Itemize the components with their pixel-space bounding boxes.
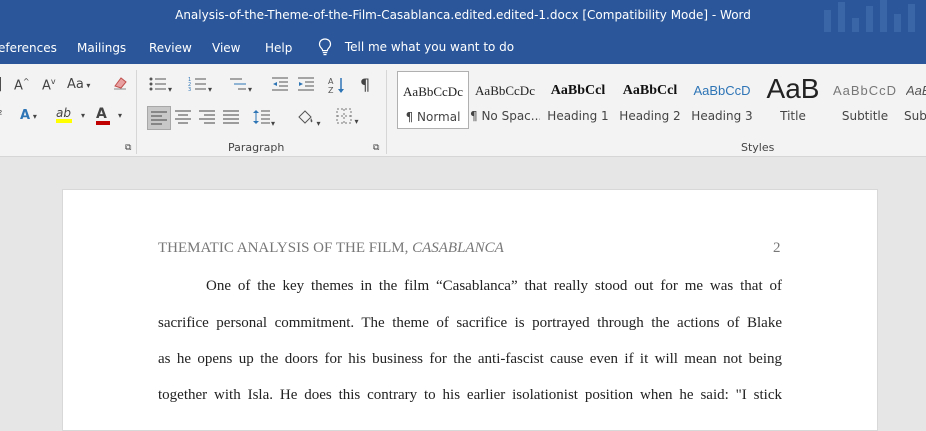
shrink-font-button[interactable]: Av [42, 77, 56, 93]
tab-references[interactable]: eferences [0, 41, 57, 55]
style-sample: AaBbCcl [622, 83, 678, 98]
align-right-icon [199, 110, 215, 124]
paragraph-group-label: Paragraph [228, 141, 285, 154]
sort-icon: AZ [328, 77, 344, 95]
style-name: ¶ No Spac... [470, 109, 540, 123]
running-head-text: THEMATIC ANALYSIS OF THE FILM, [158, 240, 413, 256]
style-normal[interactable]: AaBbCcDc ¶ Normal [397, 71, 469, 129]
paragraph-dialog-launcher[interactable]: ⧉ [373, 143, 379, 153]
paint-bucket-icon [298, 110, 313, 124]
window-title: Analysis-of-the-Theme-of-the-Film-Casabl… [175, 8, 751, 22]
style-title[interactable]: AaB Title [758, 71, 828, 127]
align-center-button[interactable] [175, 110, 191, 128]
page-number: 2 [773, 240, 781, 256]
align-left-icon [151, 111, 167, 125]
font-color-icon: A [96, 106, 107, 122]
style-name: ¶ Normal [405, 110, 461, 124]
style-name: Heading 1 [547, 109, 609, 123]
styles-group-label: Styles [741, 141, 775, 154]
style-name: Subtitle [841, 109, 889, 123]
multilevel-list-button[interactable]: ▾ [228, 76, 252, 96]
align-center-icon [175, 110, 191, 124]
numbering-icon: 123 [188, 77, 206, 93]
title-bar-pattern [816, 0, 926, 32]
font-color-dropdown[interactable]: ▾ [118, 111, 122, 120]
tab-help[interactable]: Help [265, 41, 292, 55]
multilevel-list-icon [230, 78, 246, 90]
clear-formatting-icon[interactable] [112, 75, 128, 95]
title-bar: Analysis-of-the-Theme-of-the-Film-Casabl… [0, 0, 926, 32]
tell-me-button[interactable]: Tell me what you want to do [318, 38, 514, 56]
ribbon-tab-bar: eferences Mailings Review View Help Tell… [0, 32, 926, 64]
justify-button[interactable] [223, 110, 239, 128]
style-name: Heading 3 [691, 109, 753, 123]
line-spacing-button[interactable]: ▾ [253, 108, 275, 130]
body-line: One of the key themes in the film “Casab… [206, 278, 782, 294]
highlight-dropdown[interactable]: ▾ [81, 111, 85, 120]
font-color-button[interactable]: A [96, 106, 110, 125]
borders-button[interactable]: ▾ [336, 108, 359, 128]
style-name: Sub [904, 109, 926, 123]
align-left-button[interactable] [147, 106, 171, 130]
increase-indent-icon [298, 77, 314, 91]
bullets-icon [149, 77, 166, 91]
style-sample: AaBbCcDc [475, 83, 535, 98]
highlighter-icon: ab [56, 106, 71, 120]
tell-me-label: Tell me what you want to do [344, 39, 515, 54]
style-sample: AaB [906, 83, 926, 98]
style-heading-1[interactable]: AaBbCcl Heading 1 [543, 71, 613, 127]
group-separator [136, 70, 137, 154]
text-effects-button[interactable]: A ▾ [20, 108, 37, 123]
style-heading-2[interactable]: AaBbCcl Heading 2 [615, 71, 685, 127]
tab-view[interactable]: View [212, 41, 240, 55]
style-sample: AaBbCcl [550, 83, 606, 98]
style-sample: AaBbCcD [693, 83, 751, 98]
body-line: together with Isla. He does this contrar… [158, 387, 782, 403]
style-sample: AaBbCcD [832, 83, 898, 98]
style-no-spacing[interactable]: AaBbCcDc ¶ No Spac... [470, 71, 540, 127]
subscript-edge[interactable]: ² [0, 108, 2, 121]
running-head-italic: CASABLANCA [412, 240, 504, 256]
decrease-indent-button[interactable] [271, 76, 289, 96]
borders-icon [336, 108, 352, 124]
svg-text:3: 3 [188, 87, 191, 92]
sort-button[interactable]: AZ [328, 76, 346, 98]
bullets-button[interactable]: ▾ [148, 76, 172, 96]
svg-text:Z: Z [328, 86, 334, 94]
style-name: Heading 2 [619, 109, 681, 123]
style-sample: AaBbCcDc [403, 84, 463, 99]
justify-icon [223, 110, 239, 124]
style-subtle-emphasis[interactable]: AaB Sub [902, 71, 926, 127]
line-spacing-icon [253, 110, 270, 124]
show-formatting-marks-button[interactable]: ¶ [360, 75, 370, 94]
running-head: THEMATIC ANALYSIS OF THE FILM, CASABLANC… [158, 240, 504, 257]
document-page[interactable]: THEMATIC ANALYSIS OF THE FILM, CASABLANC… [62, 189, 878, 431]
body-line: sacrifice personal commitment. The theme… [158, 315, 782, 331]
shading-button[interactable]: ▾ [296, 108, 321, 130]
svg-text:A: A [328, 77, 334, 86]
ribbon: | A^ Av Aa ▾ ² A ▾ ab ▾ A ▾ ▾ 1 2 3 ▾ ▾ AZ … [0, 64, 926, 157]
style-sample: AaB [766, 73, 820, 104]
body-line: as he opens up the doors for his busines… [158, 351, 782, 367]
tab-mailings[interactable]: Mailings [77, 41, 126, 55]
grow-font-button[interactable]: A^ [14, 77, 30, 93]
lightbulb-icon [318, 38, 332, 56]
increase-indent-button[interactable] [297, 76, 315, 96]
style-name: Title [780, 109, 806, 123]
align-right-button[interactable] [199, 110, 215, 128]
change-case-button[interactable]: Aa ▾ [67, 77, 90, 92]
highlight-color-button[interactable]: ab [56, 106, 72, 123]
decrease-indent-icon [272, 77, 288, 91]
style-heading-3[interactable]: AaBbCcD Heading 3 [687, 71, 757, 127]
font-dialog-launcher[interactable]: ⧉ [125, 143, 131, 153]
style-subtitle[interactable]: AaBbCcD Subtitle [830, 71, 900, 127]
tab-review[interactable]: Review [149, 41, 192, 55]
group-separator [386, 70, 387, 154]
numbering-button[interactable]: 1 2 3 ▾ [188, 76, 212, 96]
font-size-box-edge[interactable]: | [0, 76, 3, 92]
